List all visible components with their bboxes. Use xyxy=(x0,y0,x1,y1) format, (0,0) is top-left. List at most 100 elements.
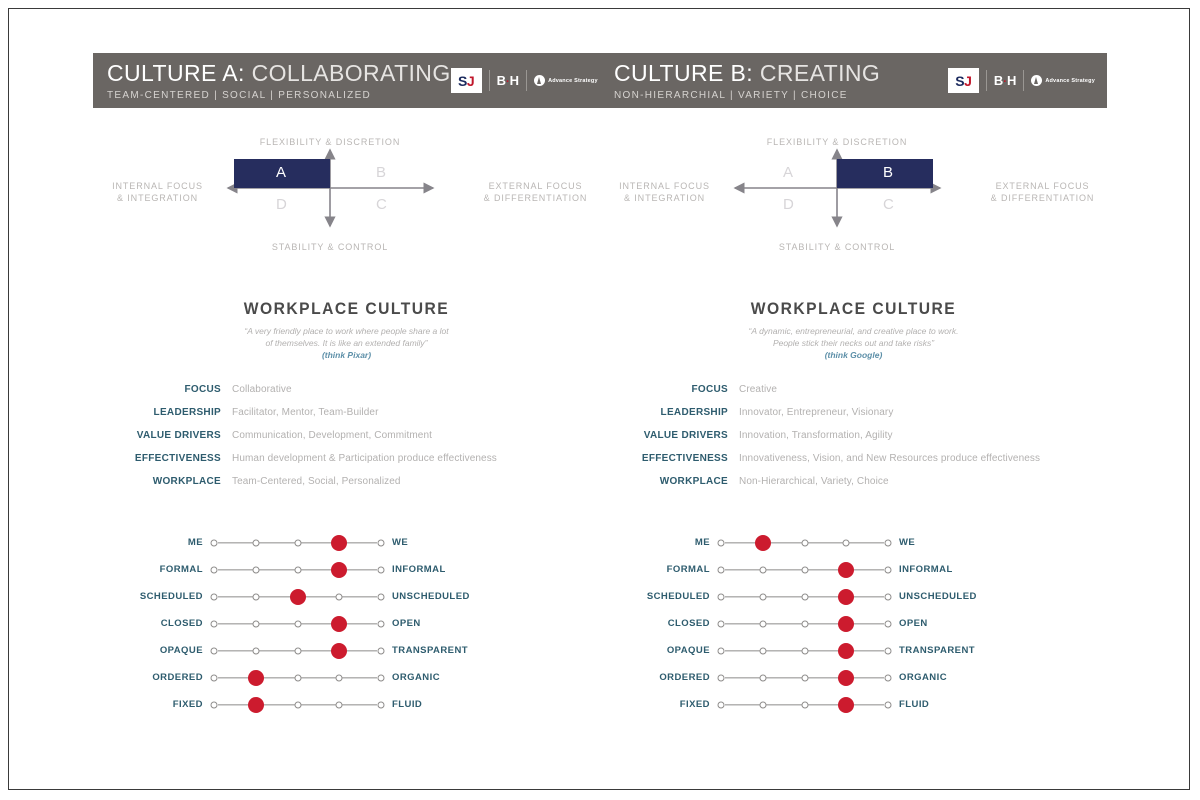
slider-selected-dot[interactable] xyxy=(838,669,855,686)
slider-tick[interactable] xyxy=(210,620,218,627)
slider-selected-dot[interactable] xyxy=(754,534,771,551)
slider-track-scheduled-unscheduled[interactable] xyxy=(717,586,892,608)
slider-row-me-we: ME WE xyxy=(93,529,600,556)
slider-tick[interactable] xyxy=(801,701,808,708)
slider-tick[interactable] xyxy=(294,701,301,708)
attribute-value-workplace: Non-Hierarchical, Variety, Choice xyxy=(739,476,889,487)
slider-tick[interactable] xyxy=(759,593,767,600)
slider-tick[interactable] xyxy=(884,620,892,627)
culture-header-titles: CULTURE A: COLLABORATING TEAM-CENTERED | … xyxy=(107,60,451,101)
slider-tick[interactable] xyxy=(884,566,892,573)
attribute-label-effectiveness: EFFECTIVENESS xyxy=(641,453,728,464)
slider-tick[interactable] xyxy=(801,620,808,627)
slider-tick[interactable] xyxy=(717,566,725,573)
slider-tick[interactable] xyxy=(252,593,260,600)
slider-tick[interactable] xyxy=(884,647,892,654)
slider-selected-dot[interactable] xyxy=(331,534,348,551)
slider-tick[interactable] xyxy=(884,539,892,546)
culture-attributes-list: FOCUS Creative LEADERSHIP Innovator, Entrep… xyxy=(600,384,1107,487)
slider-tick[interactable] xyxy=(252,620,260,627)
slider-tick[interactable] xyxy=(294,647,301,654)
slider-track-fixed-fluid[interactable] xyxy=(210,694,385,716)
slider-tick[interactable] xyxy=(210,701,218,708)
slider-tick[interactable] xyxy=(801,539,808,546)
slider-tick[interactable] xyxy=(717,647,725,654)
slider-track-formal-informal[interactable] xyxy=(717,559,892,581)
slider-tick[interactable] xyxy=(294,566,301,573)
slider-track-formal-informal[interactable] xyxy=(210,559,385,581)
slider-tick[interactable] xyxy=(801,593,808,600)
slider-tick[interactable] xyxy=(377,539,385,546)
slider-tick[interactable] xyxy=(717,620,725,627)
slider-tick[interactable] xyxy=(377,593,385,600)
slider-tick[interactable] xyxy=(801,647,808,654)
slider-tick[interactable] xyxy=(377,620,385,627)
slider-selected-dot[interactable] xyxy=(247,669,264,686)
slider-tick[interactable] xyxy=(294,620,301,627)
slider-selected-dot[interactable] xyxy=(838,615,855,632)
workplace-culture-section: WORKPLACE CULTURE “A very friendly place … xyxy=(93,299,600,360)
attribute-value-value-drivers: Innovation, Transformation, Agility xyxy=(739,430,893,441)
slider-tick[interactable] xyxy=(210,674,218,681)
slider-track-me-we[interactable] xyxy=(210,532,385,554)
slider-selected-dot[interactable] xyxy=(838,588,855,605)
slider-track-me-we[interactable] xyxy=(717,532,892,554)
slider-selected-dot[interactable] xyxy=(247,696,264,713)
slider-tick[interactable] xyxy=(335,701,343,708)
slider-selected-dot[interactable] xyxy=(838,696,855,713)
slider-tick[interactable] xyxy=(884,593,892,600)
slider-selected-dot[interactable] xyxy=(838,642,855,659)
slider-tick[interactable] xyxy=(252,566,260,573)
slider-tick[interactable] xyxy=(884,674,892,681)
slider-tick[interactable] xyxy=(801,674,808,681)
slider-track-opaque-transparent[interactable] xyxy=(717,640,892,662)
slider-track-closed-open[interactable] xyxy=(210,613,385,635)
slider-tick[interactable] xyxy=(801,566,808,573)
slider-row-me-we: ME WE xyxy=(600,529,1107,556)
slider-track-fixed-fluid[interactable] xyxy=(717,694,892,716)
slider-tick[interactable] xyxy=(294,674,301,681)
slider-selected-dot[interactable] xyxy=(289,588,306,605)
attribute-value-workplace: Team-Centered, Social, Personalized xyxy=(232,476,401,487)
advance-mark-icon xyxy=(534,75,546,86)
slider-tick[interactable] xyxy=(377,647,385,654)
slider-track-scheduled-unscheduled[interactable] xyxy=(210,586,385,608)
slider-tick[interactable] xyxy=(252,647,260,654)
slider-row-fixed-fluid: FIXED FLUID xyxy=(600,691,1107,718)
slider-selected-dot[interactable] xyxy=(838,561,855,578)
slider-track-ordered-organic[interactable] xyxy=(717,667,892,689)
slider-selected-dot[interactable] xyxy=(331,642,348,659)
slider-tick[interactable] xyxy=(717,539,725,546)
slider-tick[interactable] xyxy=(759,566,767,573)
slider-tick[interactable] xyxy=(335,593,343,600)
slider-tick[interactable] xyxy=(335,674,343,681)
slider-tick[interactable] xyxy=(210,593,218,600)
slider-left-label-ordered: ORDERED xyxy=(152,672,203,683)
slider-tick[interactable] xyxy=(717,701,725,708)
slider-tick[interactable] xyxy=(210,566,218,573)
slider-tick[interactable] xyxy=(377,566,385,573)
slider-tick[interactable] xyxy=(842,539,850,546)
slider-selected-dot[interactable] xyxy=(331,561,348,578)
slider-tick[interactable] xyxy=(884,701,892,708)
slider-tick[interactable] xyxy=(210,647,218,654)
slider-track-ordered-organic[interactable] xyxy=(210,667,385,689)
slider-selected-dot[interactable] xyxy=(331,615,348,632)
slider-tick[interactable] xyxy=(717,674,725,681)
slider-tick[interactable] xyxy=(252,539,260,546)
slider-tick[interactable] xyxy=(759,701,767,708)
quadrant-letter-b: B xyxy=(376,164,387,181)
slider-left-label-closed: CLOSED xyxy=(667,618,710,629)
slider-tick[interactable] xyxy=(717,593,725,600)
slider-track-opaque-transparent[interactable] xyxy=(210,640,385,662)
slider-tick[interactable] xyxy=(759,647,767,654)
slider-tick[interactable] xyxy=(759,620,767,627)
slider-tick[interactable] xyxy=(759,674,767,681)
attribute-label-value-drivers: VALUE DRIVERS xyxy=(643,430,728,441)
slider-tick[interactable] xyxy=(377,674,385,681)
slider-tick[interactable] xyxy=(210,539,218,546)
attribute-row: FOCUS Collaborative xyxy=(93,384,600,395)
slider-tick[interactable] xyxy=(294,539,301,546)
slider-tick[interactable] xyxy=(377,701,385,708)
slider-track-closed-open[interactable] xyxy=(717,613,892,635)
